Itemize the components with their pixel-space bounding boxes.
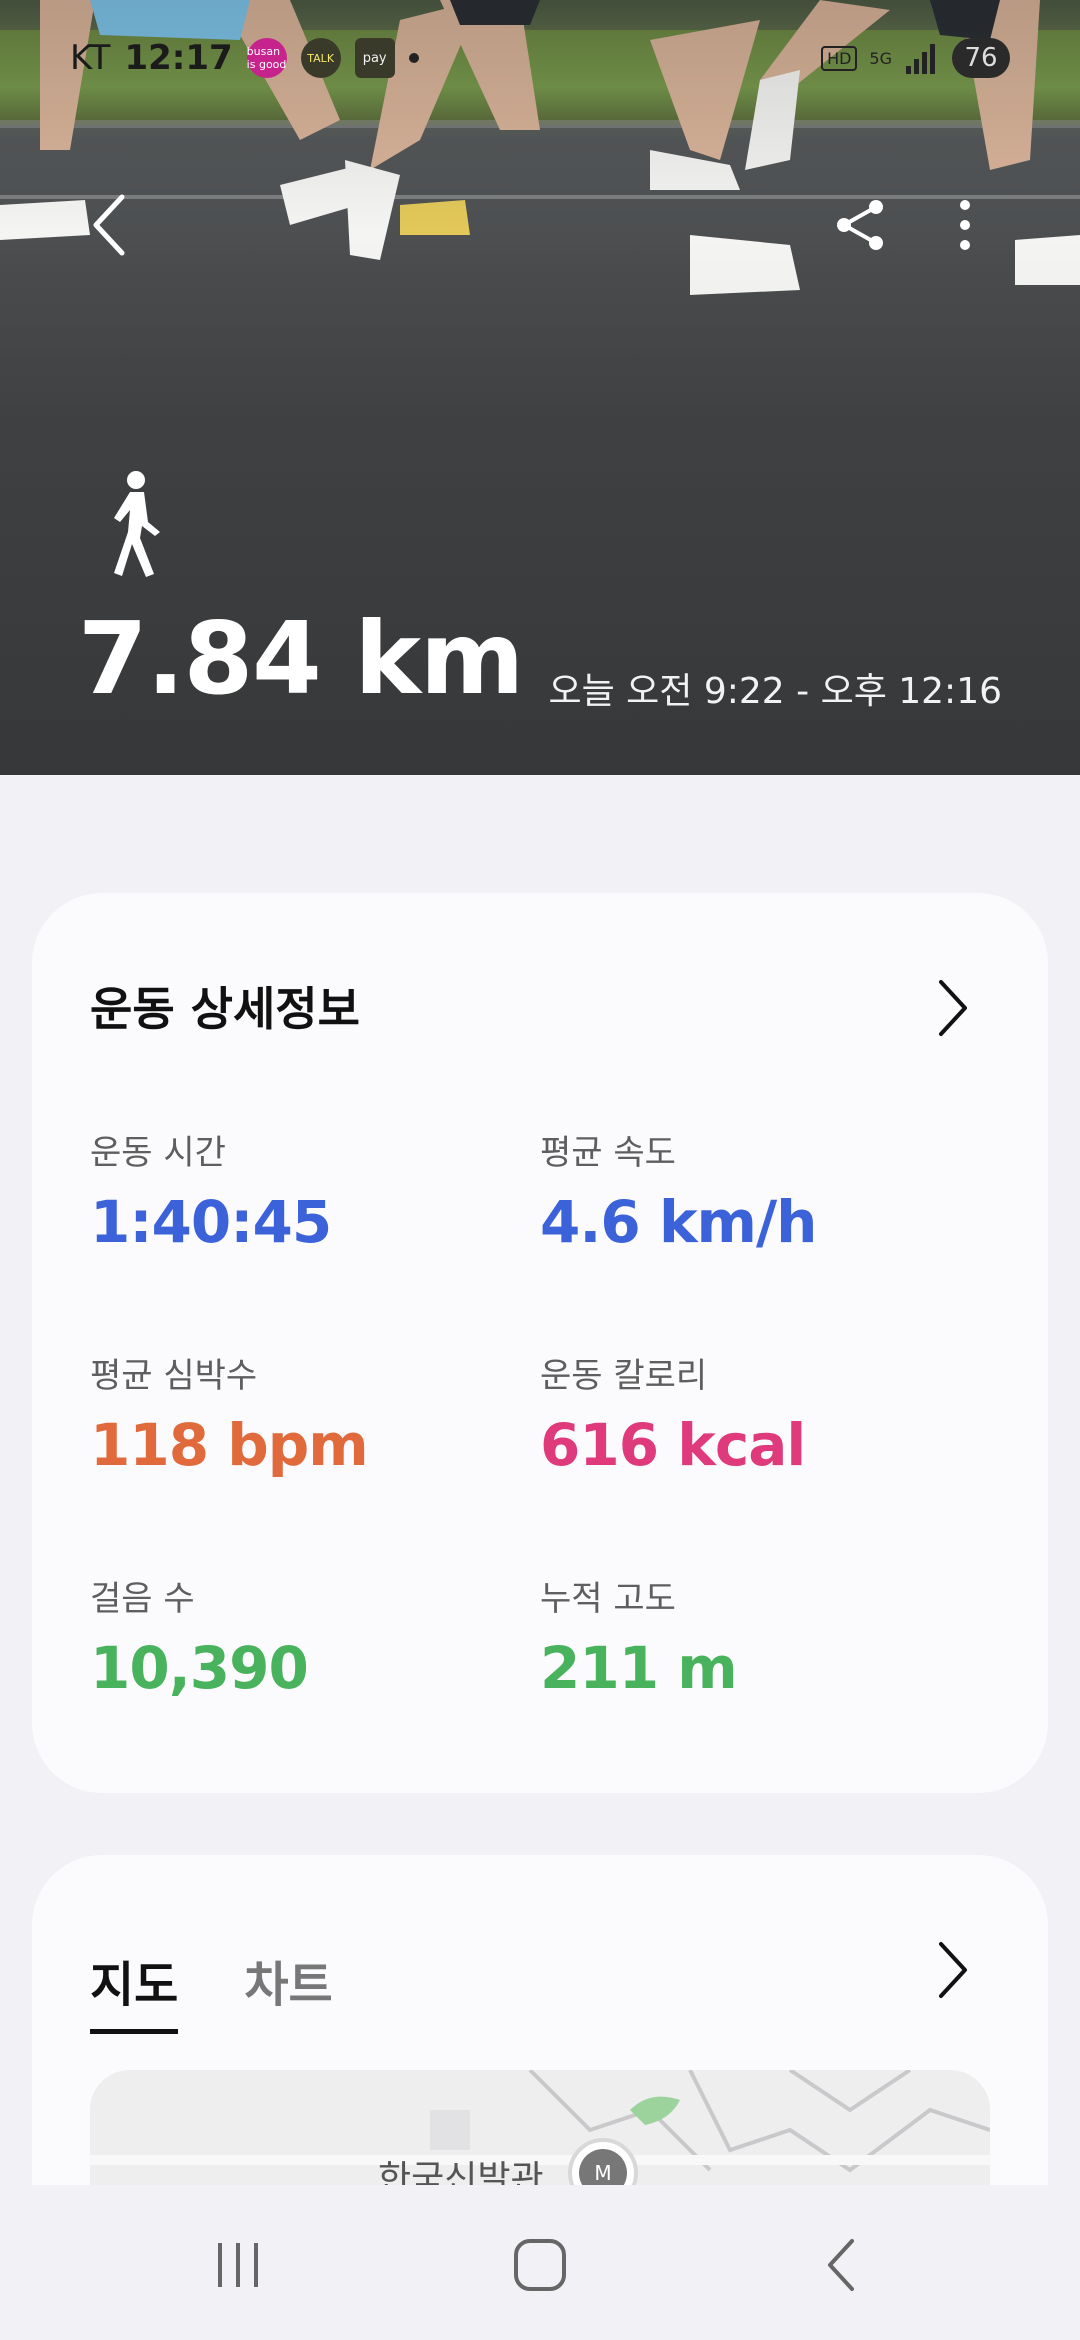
hd-voice-icon: HD <box>821 45 858 71</box>
metric-avg-heart-rate: 평균 심박수 118 bpm <box>90 1348 510 1479</box>
share-icon <box>837 200 883 250</box>
home-button[interactable] <box>490 2225 590 2305</box>
more-options-button[interactable] <box>925 185 1005 265</box>
home-icon <box>514 2239 566 2291</box>
notification-dot-icon <box>408 53 419 63</box>
metric-label: 평균 속도 <box>540 1133 676 1173</box>
metric-label: 누적 고도 <box>540 1579 676 1619</box>
recents-icon <box>218 2243 258 2287</box>
metric-label: 걸음 수 <box>90 1579 195 1619</box>
battery-indicator: 76 <box>952 38 1010 78</box>
metric-value: 211 m <box>540 1634 738 1702</box>
workout-details-card: 운동 상세정보 운동 시간 1:40:45 평균 속도 4.6 km/h 평균 … <box>32 893 1048 1793</box>
metric-value: 10,390 <box>90 1634 309 1702</box>
share-button[interactable] <box>820 185 900 265</box>
carrier-label: KT <box>70 38 111 78</box>
more-vertical-icon <box>960 200 970 250</box>
metric-label: 운동 시간 <box>90 1133 226 1173</box>
chevron-right-icon <box>939 980 967 1036</box>
metric-value: 1:40:45 <box>90 1188 332 1256</box>
pay-icon: pay <box>354 38 395 78</box>
busan-app-icon: busan is good <box>246 38 287 78</box>
nav-back-button[interactable] <box>792 2225 892 2305</box>
chevron-left-icon <box>93 194 125 256</box>
distance-value: 7.84 km <box>78 600 524 717</box>
metric-value: 616 kcal <box>540 1411 806 1479</box>
metric-duration: 운동 시간 1:40:45 <box>90 1125 510 1256</box>
metric-steps: 걸음 수 10,390 <box>90 1571 510 1702</box>
metric-elevation-gain: 누적 고도 211 m <box>540 1571 960 1702</box>
details-title: 운동 상세정보 <box>90 982 360 1036</box>
status-bar: KT 12:17 busan is good TALK pay HD 5G 76 <box>0 30 1080 90</box>
metric-avg-speed: 평균 속도 4.6 km/h <box>540 1125 960 1256</box>
metric-value: 4.6 km/h <box>540 1188 817 1256</box>
tab-map[interactable]: 지도 <box>90 1945 179 2034</box>
details-more-button[interactable] <box>928 973 978 1043</box>
metric-value: 118 bpm <box>90 1411 369 1479</box>
chevron-right-icon <box>939 1942 967 1998</box>
back-icon <box>828 2239 854 2291</box>
system-navigation-bar <box>0 2185 1080 2340</box>
status-time: 12:17 <box>124 38 233 78</box>
map-chart-tabs: 지도 차트 <box>90 1945 333 2034</box>
walking-person-icon <box>114 471 160 577</box>
signal-icon <box>906 44 935 74</box>
hero-banner: KT 12:17 busan is good TALK pay HD 5G 76 <box>0 0 1080 775</box>
metric-calories: 운동 칼로리 616 kcal <box>540 1348 960 1479</box>
map-more-button[interactable] <box>928 1935 978 2005</box>
recents-button[interactable] <box>188 2225 288 2305</box>
workout-time-range: 오늘 오전 9:22 - 오후 12:16 <box>548 671 1002 712</box>
kakaotalk-icon: TALK <box>300 38 341 78</box>
metric-label: 평균 심박수 <box>90 1356 258 1396</box>
tab-chart[interactable]: 차트 <box>244 1945 332 2034</box>
network-type-label: 5G <box>869 48 892 68</box>
metric-label: 운동 칼로리 <box>540 1356 708 1396</box>
back-button[interactable] <box>70 185 150 265</box>
